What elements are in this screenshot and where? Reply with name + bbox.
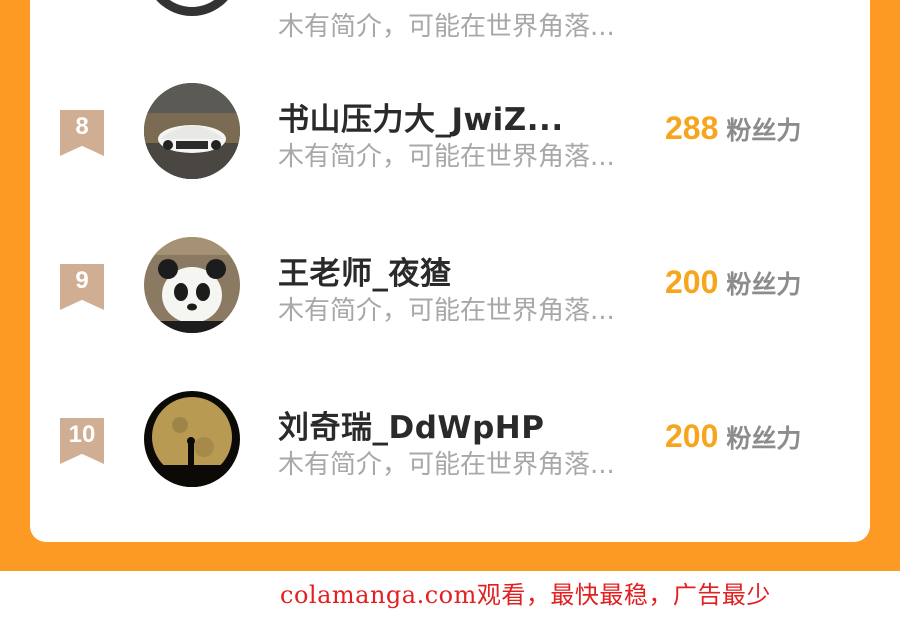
avatar[interactable]	[144, 83, 240, 179]
list-item[interactable]: 8 书山压力大_JwiZ... 木有简介，可能在世界角落... 288 粉丝力	[30, 70, 870, 190]
fan-power-score: 288 粉丝力	[665, 110, 801, 147]
user-bio: 木有简介，可能在世界角落...	[278, 296, 615, 326]
score-value: 200	[665, 418, 719, 454]
user-name[interactable]: 王老师_夜猹	[278, 248, 452, 293]
fan-power-score: 200 粉丝力	[665, 418, 801, 455]
score-unit: 粉丝力	[726, 424, 802, 453]
fan-power-score: 200 粉丝力	[665, 264, 801, 301]
ranking-frame: 木有简介，可能在世界角落... 8 书山压力大_JwiZ... 木有简介，可能在…	[0, 0, 900, 571]
user-bio: 木有简介，可能在世界角落...	[278, 450, 615, 480]
score-unit: 粉丝力	[726, 270, 802, 299]
score-value: 288	[665, 110, 719, 146]
avatar[interactable]	[144, 391, 240, 487]
score-value: 200	[665, 264, 719, 300]
user-name[interactable]: 刘奇瑞_DdWpHP	[278, 402, 544, 447]
list-item[interactable]: 10 刘奇瑞_DdWpHP 木有简介，可能在世界角落... 200 粉丝力	[30, 378, 870, 498]
ranking-card: 木有简介，可能在世界角落... 8 书山压力大_JwiZ... 木有简介，可能在…	[30, 0, 870, 542]
list-item-partial[interactable]: 木有简介，可能在世界角落...	[30, 0, 870, 60]
score-unit: 粉丝力	[726, 116, 802, 145]
rank-badge: 8	[60, 110, 104, 156]
rank-badge: 10	[60, 418, 104, 464]
watermark-text: colamanga.com观看，最快最稳，广告最少	[280, 581, 771, 609]
avatar[interactable]	[144, 0, 240, 16]
avatar[interactable]	[144, 237, 240, 333]
user-bio: 木有简介，可能在世界角落...	[278, 142, 615, 172]
list-item[interactable]: 9 王老师_夜猹 木有简介，可能在世界角落... 200 粉丝力	[30, 224, 870, 344]
rank-badge: 9	[60, 264, 104, 310]
user-name[interactable]: 书山压力大_JwiZ...	[278, 94, 564, 139]
user-bio: 木有简介，可能在世界角落...	[278, 12, 615, 42]
